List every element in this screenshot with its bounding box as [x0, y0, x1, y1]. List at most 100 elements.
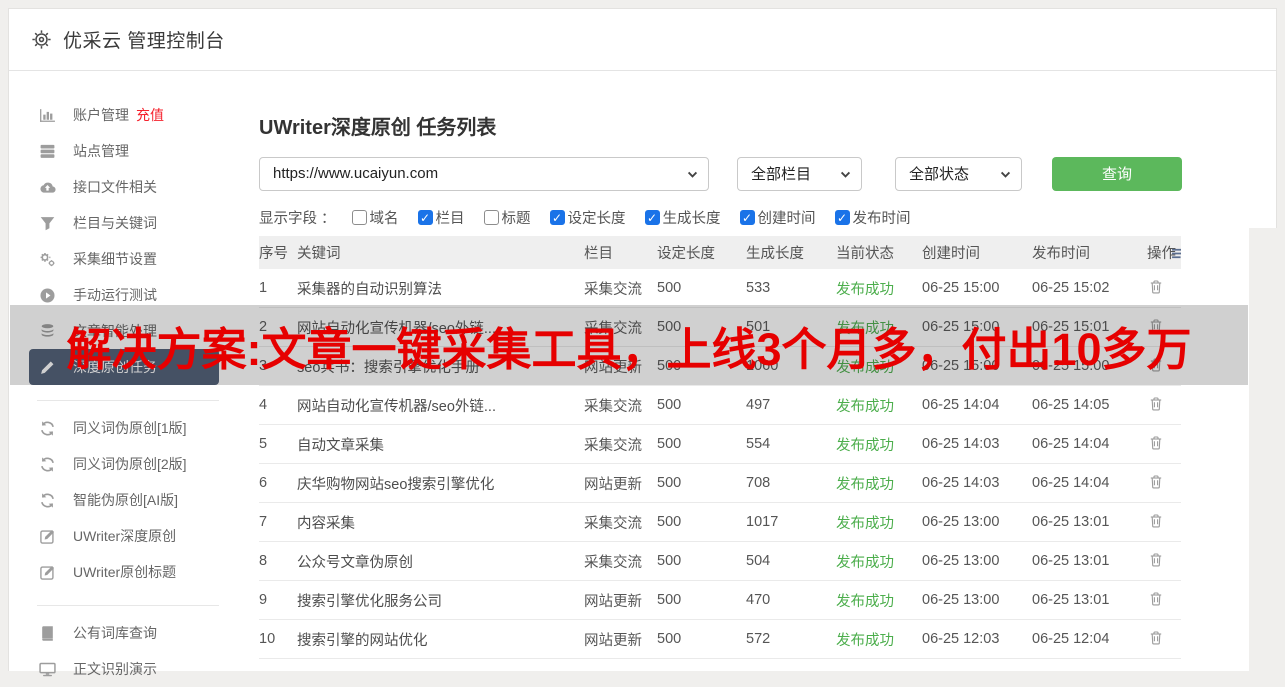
delete-button[interactable]: [1147, 513, 1165, 531]
cell-no: 1: [259, 280, 268, 296]
status-select[interactable]: 全部状态: [895, 156, 1022, 191]
recharge-badge[interactable]: 充值: [136, 105, 164, 125]
sidebar-item[interactable]: UWriter原创标题: [9, 554, 251, 590]
sidebar-item-label: 栏目与关键词: [73, 215, 157, 231]
refresh-icon: [39, 419, 57, 437]
cell-set-length: 500: [657, 592, 682, 608]
page: 优采云 管理控制台 账户管理 充值 站点管理 接口文件相关 栏目与关键词 采集细节设置 手动…: [0, 0, 1285, 677]
sidebar-item[interactable]: 接口文件相关: [9, 169, 251, 205]
delete-button[interactable]: [1147, 279, 1165, 297]
table-row: 1 采集器的自动识别算法 采集交流 500 533 发布成功 06-25 15:00 06-2…: [259, 269, 1181, 308]
cell-status: 发布成功: [836, 281, 894, 298]
column-select[interactable]: 全部栏目: [737, 156, 862, 191]
checkbox-icon[interactable]: ✓: [739, 210, 755, 225]
trash-icon: [1148, 631, 1164, 649]
sidebar-item[interactable]: 公有词库查询: [9, 615, 251, 651]
app-title: 优采云 管理控制台: [63, 31, 225, 52]
cell-no: 10: [259, 631, 276, 647]
cell-created: 06-25 14:04: [922, 397, 1000, 413]
checkbox-icon[interactable]: [351, 210, 367, 225]
field-checkbox-label: 栏目: [435, 211, 465, 227]
delete-button[interactable]: [1147, 474, 1165, 492]
sidebar-item[interactable]: 栏目与关键词: [9, 205, 251, 241]
cell-created: 06-25 13:00: [922, 514, 1000, 530]
delete-button[interactable]: [1147, 552, 1165, 570]
cell-created: 06-25 13:00: [922, 592, 1000, 608]
table-row: 8 公众号文章伪原创 采集交流 500 504 发布成功 06-25 13:00 06-25 …: [259, 542, 1181, 581]
cell-created: 06-25 15:00: [922, 280, 1000, 296]
cell-no: 7: [259, 514, 268, 530]
header-cell: 创建时间: [922, 246, 980, 262]
sidebar-item[interactable]: 正文识别演示: [9, 651, 251, 687]
cell-keyword: 搜索引擎优化服务公司: [297, 593, 442, 610]
trash-icon: [1148, 553, 1164, 571]
site-select-value: https://www.ucaiyun.com: [273, 165, 439, 182]
table-row: 10 搜索引擎的网站优化 网站更新 500 572 发布成功 06-25 12:03 06-2…: [259, 620, 1181, 659]
cell-published: 06-25 14:04: [1032, 436, 1110, 452]
column-select-value: 全部栏目: [751, 166, 812, 183]
delete-button[interactable]: [1147, 591, 1165, 609]
sidebar-item[interactable]: 采集细节设置: [9, 241, 251, 277]
table-row: 9 搜索引擎优化服务公司 网站更新 500 470 发布成功 06-25 13:00 06-2…: [259, 581, 1181, 620]
sidebar-item[interactable]: UWriter深度原创: [9, 518, 251, 554]
header-cell: 生成长度: [746, 246, 804, 262]
filter-bar: https://www.ucaiyun.com 全部栏目 全部状态 查询: [259, 156, 1182, 191]
book-icon: [39, 624, 57, 642]
table-row: 7 内容采集 采集交流 500 1017 发布成功 06-25 13:00 06-25 13:…: [259, 503, 1181, 542]
field-checkbox-label: 标题: [501, 211, 531, 227]
field-checkbox[interactable]: ✓ 生成长度: [644, 207, 721, 228]
column-settings-icon[interactable]: [1171, 245, 1181, 262]
page-title: UWriter深度原创 任务列表: [259, 117, 497, 139]
bar-chart-icon: [39, 106, 57, 124]
site-select[interactable]: https://www.ucaiyun.com: [259, 156, 709, 191]
cell-keyword: 庆华购物网站seo搜索引擎优化: [297, 476, 495, 493]
cell-keyword: 采集器的自动识别算法: [297, 281, 442, 298]
cell-published: 06-25 13:01: [1032, 514, 1110, 530]
cell-status: 发布成功: [836, 632, 894, 649]
cell-created: 06-25 12:03: [922, 631, 1000, 647]
cell-gen-length: 708: [746, 475, 771, 491]
cell-keyword: 内容采集: [297, 515, 355, 532]
cell-gen-length: 554: [746, 436, 771, 452]
cell-published: 06-25 14:05: [1032, 397, 1110, 413]
cell-column: 采集交流: [584, 515, 642, 532]
table-row: 4 网站自动化宣传机器/seo外链... 采集交流 500 497 发布成功 06-25 1…: [259, 386, 1181, 425]
cell-gen-length: 533: [746, 280, 771, 296]
field-checkbox-label: 创建时间: [757, 211, 816, 227]
gear-icon: [31, 29, 52, 50]
cell-status: 发布成功: [836, 476, 894, 493]
checkbox-icon[interactable]: ✓: [549, 210, 565, 225]
delete-button[interactable]: [1147, 435, 1165, 453]
sidebar-item-label: 站点管理: [73, 143, 129, 159]
sidebar-item-label: 智能伪原创[AI版]: [73, 492, 179, 508]
sidebar-item[interactable]: 同义词伪原创[1版]: [9, 410, 251, 446]
checkbox-icon[interactable]: ✓: [834, 210, 850, 225]
task-table: 序号 关键词 栏目 设定长度 生成长度 当前状态 创建时间 发布时间 操作 1 采集器的自动识别算…: [259, 236, 1181, 659]
field-checkbox[interactable]: 域名: [351, 207, 399, 228]
sidebar-item[interactable]: 站点管理: [9, 133, 251, 169]
cell-column: 采集交流: [584, 437, 642, 454]
field-checkbox-label: 域名: [369, 211, 399, 227]
cell-created: 06-25 14:03: [922, 436, 1000, 452]
right-margin-strip: [1249, 228, 1277, 671]
sidebar-item[interactable]: 账户管理 充值: [9, 97, 251, 133]
cell-keyword: 自动文章采集: [297, 437, 384, 454]
delete-button[interactable]: [1147, 396, 1165, 414]
checkbox-icon[interactable]: ✓: [644, 210, 660, 225]
checkbox-icon[interactable]: [483, 210, 499, 225]
field-checkbox[interactable]: ✓ 设定长度: [549, 207, 626, 228]
field-checkbox[interactable]: 标题: [483, 207, 531, 228]
field-checkbox[interactable]: ✓ 创建时间: [739, 207, 816, 228]
cell-status: 发布成功: [836, 554, 894, 571]
checkbox-icon[interactable]: ✓: [417, 210, 433, 225]
query-button[interactable]: 查询: [1052, 156, 1182, 191]
cell-set-length: 500: [657, 553, 682, 569]
sidebar-item-label: 接口文件相关: [73, 179, 157, 195]
field-checkbox[interactable]: ✓ 发布时间: [834, 207, 911, 228]
sidebar-item[interactable]: 同义词伪原创[2版]: [9, 446, 251, 482]
delete-button[interactable]: [1147, 630, 1165, 648]
field-checkbox[interactable]: ✓ 栏目: [417, 207, 465, 228]
header-cell: 发布时间: [1032, 246, 1090, 262]
cell-set-length: 500: [657, 514, 682, 530]
sidebar-item[interactable]: 智能伪原创[AI版]: [9, 482, 251, 518]
